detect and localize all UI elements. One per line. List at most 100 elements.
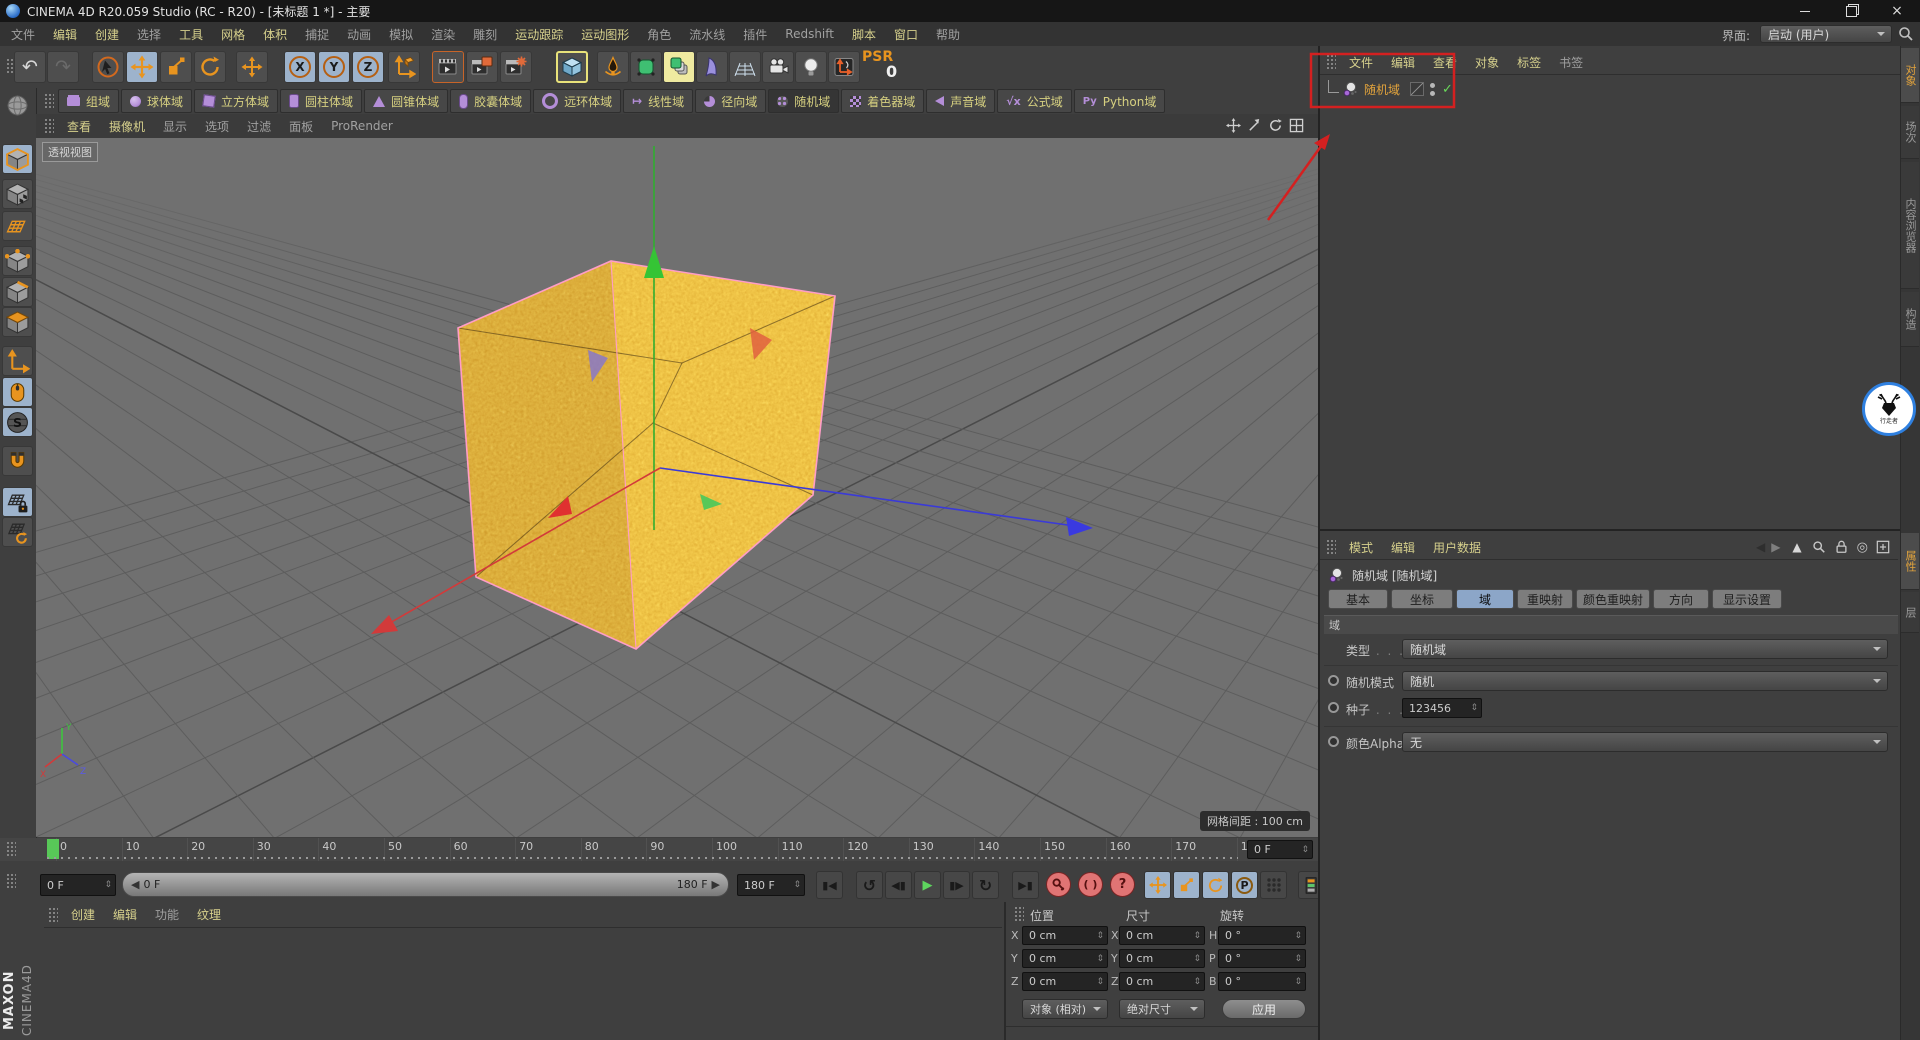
lock-y-axis-button[interactable]: Y — [318, 51, 350, 83]
move-tool-button[interactable] — [126, 51, 158, 83]
texture-mode-button[interactable] — [2, 179, 33, 209]
timeline-ruler[interactable]: 0 10 20 30 40 50 60 70 80 90 100 110 120 130 140 150 160… — [0, 838, 1318, 862]
viewport-menu-面板[interactable]: 面板 — [280, 118, 322, 135]
palette-button-圆锥体域[interactable]: 圆锥体域 — [364, 89, 449, 113]
edges-mode-button[interactable] — [2, 277, 33, 307]
spinner-icon[interactable]: ⇕ — [1193, 954, 1204, 964]
palette-button-声音域[interactable]: 声音域 — [926, 89, 996, 113]
object-name[interactable]: 随机域 — [1364, 81, 1400, 98]
new-panel-icon[interactable] — [1876, 540, 1890, 554]
palette-button-着色器域[interactable]: 着色器域 — [841, 89, 925, 113]
palette-button-远环体域[interactable]: 远环体域 — [533, 89, 622, 113]
zoom-view-icon[interactable] — [1247, 118, 1262, 133]
workplane-lock-button[interactable] — [2, 487, 33, 517]
spinner-icon[interactable]: ⇕ — [1294, 931, 1305, 941]
viewport-solo-button[interactable]: S — [2, 407, 33, 437]
attribute-tab-显示设置[interactable]: 显示设置 — [1712, 589, 1782, 609]
frame-range-slider[interactable]: ◀ 0 F 180 F ▶ — [122, 872, 729, 897]
coordinate-window-button[interactable] — [828, 51, 860, 83]
menubar-item-角色[interactable]: 角色 — [638, 26, 680, 43]
coordinate-mode-dropdown[interactable]: 对象 (相对) — [1022, 999, 1108, 1019]
coordinate-grip[interactable] — [1014, 906, 1024, 922]
position-X-field[interactable]: 0 cm ⇕ — [1022, 926, 1108, 945]
autokeying-help-button[interactable]: ? — [1110, 872, 1135, 897]
palette-button-胶囊体域[interactable]: 胶囊体域 — [450, 89, 532, 113]
attribute-tab-基本[interactable]: 基本 — [1328, 589, 1388, 609]
model-mode-button[interactable] — [2, 144, 33, 174]
menubar-item-编辑[interactable]: 编辑 — [44, 26, 86, 43]
dock-tab-构造[interactable]: 构造 — [1901, 292, 1919, 347]
viewport-menu-ProRender[interactable]: ProRender — [322, 119, 402, 133]
material-menu-功能[interactable]: 功能 — [146, 906, 188, 923]
attribute-tab-颜色重映射[interactable]: 颜色重映射 — [1576, 589, 1650, 609]
light-button[interactable] — [795, 51, 827, 83]
object-manager-menu-编辑[interactable]: 编辑 — [1382, 54, 1424, 71]
playhead[interactable] — [47, 839, 59, 859]
menubar-item-体积[interactable]: 体积 — [254, 26, 296, 43]
material-menu-纹理[interactable]: 纹理 — [188, 906, 230, 923]
palette-grip[interactable] — [44, 93, 54, 109]
field-number-种子[interactable]: 123456 ⇕ — [1402, 698, 1482, 718]
menubar-item-选择[interactable]: 选择 — [128, 26, 170, 43]
palette-button-Python域[interactable]: Py Python域 — [1073, 89, 1166, 113]
apply-button[interactable]: 应用 — [1222, 999, 1306, 1019]
subdivision-surface-button[interactable] — [630, 51, 662, 83]
record-keyframe-button[interactable] — [1046, 872, 1071, 897]
dock-tab-层[interactable]: 层 — [1901, 592, 1919, 633]
size-Y-field[interactable]: 0 cm ⇕ — [1119, 949, 1205, 968]
pan-view-icon[interactable] — [1226, 118, 1241, 133]
object-manager-menu-查看[interactable]: 查看 — [1424, 54, 1466, 71]
palette-button-径向域[interactable]: 径向域 — [695, 89, 767, 113]
history-back-icon[interactable]: ◀ — [1756, 540, 1765, 554]
field-dropdown-颜色Alpha[interactable]: 无 — [1402, 732, 1888, 752]
layer-toggle-icon[interactable] — [1410, 82, 1425, 96]
menubar-item-雕刻[interactable]: 雕刻 — [464, 26, 506, 43]
menubar-item-文件[interactable]: 文件 — [2, 26, 44, 43]
play-backwards-button[interactable]: ↺ — [856, 871, 883, 899]
coordinate-system-button[interactable] — [388, 51, 420, 83]
size-Z-field[interactable]: 0 cm ⇕ — [1119, 972, 1205, 991]
spinner-icon[interactable]: ⇕ — [1193, 931, 1204, 941]
menubar-item-运动跟踪[interactable]: 运动跟踪 — [506, 26, 572, 43]
keyframe-circle[interactable] — [1328, 736, 1339, 747]
lock-icon[interactable] — [1835, 540, 1848, 554]
close-button[interactable]: × — [1874, 0, 1920, 22]
transport-grip[interactable] — [6, 873, 16, 889]
spinner-icon[interactable]: ⇕ — [1193, 977, 1204, 987]
palette-button-立方体域[interactable]: 立方体域 — [194, 89, 279, 113]
keyframe-circle[interactable] — [1328, 675, 1339, 686]
attribute-tab-重映射[interactable]: 重映射 — [1517, 589, 1573, 609]
spinner-icon[interactable]: ⇕ — [1096, 977, 1107, 987]
spinner-icon[interactable]: ⇕ — [1294, 954, 1305, 964]
pen-spline-button[interactable] — [597, 51, 629, 83]
attribute-tab-坐标[interactable]: 坐标 — [1391, 589, 1453, 609]
toggle-record-rotation-button[interactable] — [1202, 871, 1229, 899]
field-dropdown-随机模式[interactable]: 随机 — [1402, 671, 1888, 691]
menubar-item-捕捉[interactable]: 捕捉 — [296, 26, 338, 43]
palette-button-组域[interactable]: 组域 — [58, 89, 120, 113]
palette-button-圆柱体域[interactable]: 圆柱体域 — [280, 89, 363, 113]
object-manager-menu-标签[interactable]: 标签 — [1508, 54, 1550, 71]
menubar-item-模拟[interactable]: 模拟 — [380, 26, 422, 43]
object-manager-menu-书签[interactable]: 书签 — [1550, 54, 1592, 71]
attribute-menu-编辑[interactable]: 编辑 — [1382, 539, 1424, 556]
spinner-icon[interactable]: ⇕ — [1470, 703, 1481, 713]
deformer-button[interactable] — [696, 51, 728, 83]
menubar-item-运动图形[interactable]: 运动图形 — [572, 26, 638, 43]
record-active-objects-button[interactable] — [1260, 871, 1287, 899]
dock-tab-场次[interactable]: 场次 — [1901, 106, 1919, 159]
menubar-item-工具[interactable]: 工具 — [170, 26, 212, 43]
visibility-dots-icon[interactable] — [1430, 82, 1436, 96]
attribute-menu-模式[interactable]: 模式 — [1340, 539, 1382, 556]
input-device-button[interactable] — [2, 377, 33, 407]
workplane-mode-button[interactable] — [2, 211, 33, 241]
rotate-view-icon[interactable] — [1268, 118, 1283, 133]
spinner-icon[interactable]: ⇕ — [1096, 954, 1107, 964]
end-frame-field[interactable]: 180 F ⇕ — [737, 874, 805, 896]
keyframe-circle[interactable] — [1328, 702, 1339, 713]
viewport-menu-过滤[interactable]: 过滤 — [238, 118, 280, 135]
menubar-item-脚本[interactable]: 脚本 — [843, 26, 885, 43]
toggle-record-parameter-button[interactable]: P — [1231, 871, 1258, 899]
attribute-tab-方向[interactable]: 方向 — [1653, 589, 1709, 609]
menubar-item-流水线[interactable]: 流水线 — [680, 26, 734, 43]
